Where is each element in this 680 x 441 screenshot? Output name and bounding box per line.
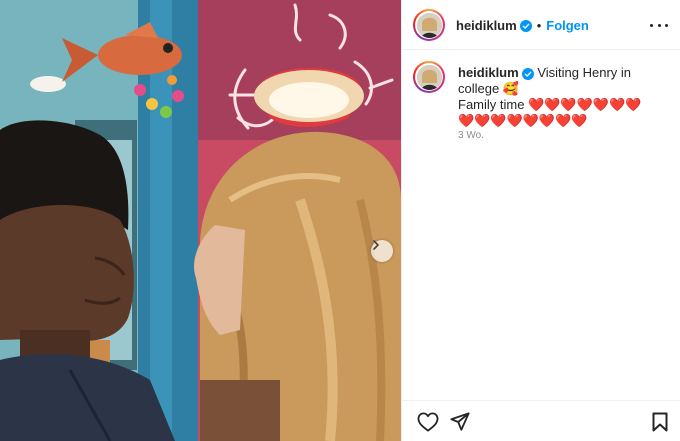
post-side-panel: heidiklum • Folgen heidiklum Visiting He… [401,0,680,441]
avatar-image [416,64,442,90]
caption-avatar[interactable] [413,61,445,93]
avatar[interactable] [413,9,445,41]
caption-line-4: ❤️❤️❤️❤️❤️❤️❤️❤️ [458,113,588,128]
bookmark-icon[interactable] [652,412,668,432]
avatar-image [416,12,442,38]
paper-plane-icon[interactable] [450,412,470,432]
post-timestamp[interactable]: 3 Wo. [458,130,484,141]
more-options-icon[interactable] [650,17,668,33]
caption-username[interactable]: heidiklum [458,65,519,80]
caption-line-3: Family time ❤️❤️❤️❤️❤️❤️❤️ [458,97,642,112]
separator-dot: • [536,18,542,33]
caption-text: heidiklum Visiting Henry in college 🥰 Fa… [458,65,668,129]
follow-button[interactable]: Folgen [546,18,589,33]
caption-line-2: college 🥰 [458,81,519,96]
post-media[interactable] [0,0,401,441]
caption-line-1: Visiting Henry in [537,65,632,80]
verified-badge-icon [521,67,534,80]
post-header: heidiklum • Folgen [402,0,680,50]
action-bar [402,400,680,441]
chevron-right-icon [373,240,379,250]
verified-badge-icon [519,19,532,32]
carousel-next-button[interactable] [371,240,393,262]
instagram-post: heidiklum • Folgen heidiklum Visiting He… [0,0,680,441]
heart-outline-icon[interactable] [417,412,439,432]
username[interactable]: heidiklum [456,18,517,33]
header-user-line: heidiklum • Folgen [456,17,589,35]
video-frame [0,0,401,441]
